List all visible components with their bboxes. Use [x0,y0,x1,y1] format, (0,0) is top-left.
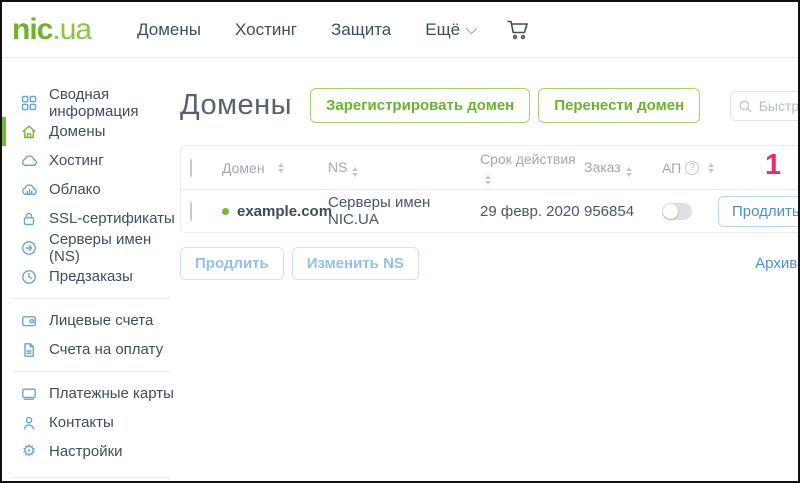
top-header: nic.ua Домены Хостинг Защита Ещё [2,2,798,58]
main-content: Домены Зарегистрировать домен Перенести … [178,58,800,483]
sidebar-item-label: Сводная информация [49,86,178,120]
renew-domain-button[interactable]: Продлить [718,196,800,227]
auto-renew-toggle[interactable] [662,203,692,220]
nav-protection[interactable]: Защита [331,20,391,40]
clock-icon [20,268,38,286]
sidebar-item-domains[interactable]: Домены [2,117,178,146]
sidebar-item-contacts[interactable]: Контакты [2,408,178,437]
sidebar-item-payment-cards[interactable]: Платежные карты [2,379,178,408]
sidebar-item-preorders[interactable]: Предзаказы [2,262,178,291]
nav-more[interactable]: Ещё [425,20,474,40]
table-row: example.com Серверы имен NIC.UA 29 февр.… [181,190,800,232]
nav-domains[interactable]: Домены [137,20,201,40]
row-checkbox[interactable] [190,202,192,221]
home-icon [20,123,38,141]
arrow-right-circle-icon [20,239,38,257]
credit-card-icon [20,385,38,403]
column-header-domain[interactable]: Домен [222,160,328,176]
sidebar-item-summary[interactable]: Сводная информация [2,88,178,117]
page-title: Домены [180,89,292,122]
sidebar-item-label: Домены [49,123,105,140]
shopping-cart-icon[interactable] [506,19,530,41]
sidebar-divider [12,477,170,478]
logo-part-2: .ua [52,13,91,46]
wallet-icon [20,312,38,330]
sidebar: Сводная информация Домены Хостинг Облако [2,58,178,483]
sidebar-item-nameservers[interactable]: Серверы имен (NS) [2,233,178,262]
column-header-term[interactable]: Срок действия [480,151,584,185]
lock-icon [20,210,38,228]
sidebar-divider [12,298,170,299]
nav-hosting[interactable]: Хостинг [235,20,297,40]
logo-part-1: nic [12,13,52,46]
cloud-chart-icon [20,181,38,199]
sidebar-item-invoices[interactable]: Счета на оплату [2,335,178,364]
order-value: 956854 [584,203,662,220]
sidebar-item-label: Настройки [49,443,123,460]
sidebar-item-label: Хостинг [49,152,104,169]
gear-icon: ⚙ [20,443,38,461]
invoice-icon [20,341,38,359]
nic-ua-logo[interactable]: nic.ua [12,13,91,47]
sidebar-item-label: Лицевые счета [49,312,153,329]
sidebar-item-label: Контакты [49,414,114,431]
term-value: 29 февр. 2020 [480,203,584,220]
help-question-icon[interactable]: ? [685,161,699,175]
sidebar-item-accounts[interactable]: Лицевые счета [2,306,178,335]
grid-icon [20,94,38,112]
sidebar-divider [12,371,170,372]
column-header-order[interactable]: Заказ [584,159,662,177]
sort-icon [708,163,714,173]
quick-search [730,91,800,121]
sort-icon [278,163,284,173]
change-ns-button[interactable]: Изменить NS [292,247,419,280]
sidebar-item-ssl[interactable]: SSL-сертификаты [2,204,178,233]
sort-icon [626,167,632,177]
column-header-ns[interactable]: NS [328,159,480,177]
app-window: nic.ua Домены Хостинг Защита Ещё Сводная… [0,0,800,483]
sidebar-item-label: Серверы имен (NS) [49,231,178,265]
status-dot-active [222,208,229,215]
bulk-renew-button[interactable]: Продлить [180,247,284,280]
sort-icon [352,167,358,177]
domain-name[interactable]: example.com [237,203,332,220]
sidebar-item-label: Счета на оплату [49,341,163,358]
column-header-ap[interactable]: АП? [662,160,718,176]
annotation-number-1: 1 [765,149,781,182]
sidebar-item-label: Платежные карты [49,385,174,402]
chevron-down-icon [466,22,477,33]
register-domain-button[interactable]: Зарегистрировать домен [310,88,530,123]
sidebar-item-settings[interactable]: ⚙ Настройки [2,437,178,466]
top-navigation: Домены Хостинг Защита Ещё [137,20,474,40]
person-icon [20,414,38,432]
select-all-checkbox[interactable] [190,159,192,177]
sidebar-item-label: SSL-сертификаты [49,210,175,227]
table-header-row: Домен NS Срок действия Заказ АП? [181,146,800,190]
ns-value: Серверы имен NIC.UA [328,194,480,228]
cloud-icon [20,152,38,170]
domains-table: Домен NS Срок действия Заказ АП? example… [180,145,800,233]
archive-domains-link[interactable]: Архив доменов [755,255,800,272]
sidebar-item-label: Предзаказы [49,268,133,285]
sidebar-item-hosting[interactable]: Хостинг [2,146,178,175]
bulk-actions-row: Продлить Изменить NS Архив доменов [180,247,800,280]
sidebar-item-label: Облако [49,181,101,198]
search-icon [739,100,752,113]
transfer-domain-button[interactable]: Перенести домен [538,88,700,123]
sort-icon [485,175,491,185]
sidebar-item-cloud[interactable]: Облако [2,175,178,204]
